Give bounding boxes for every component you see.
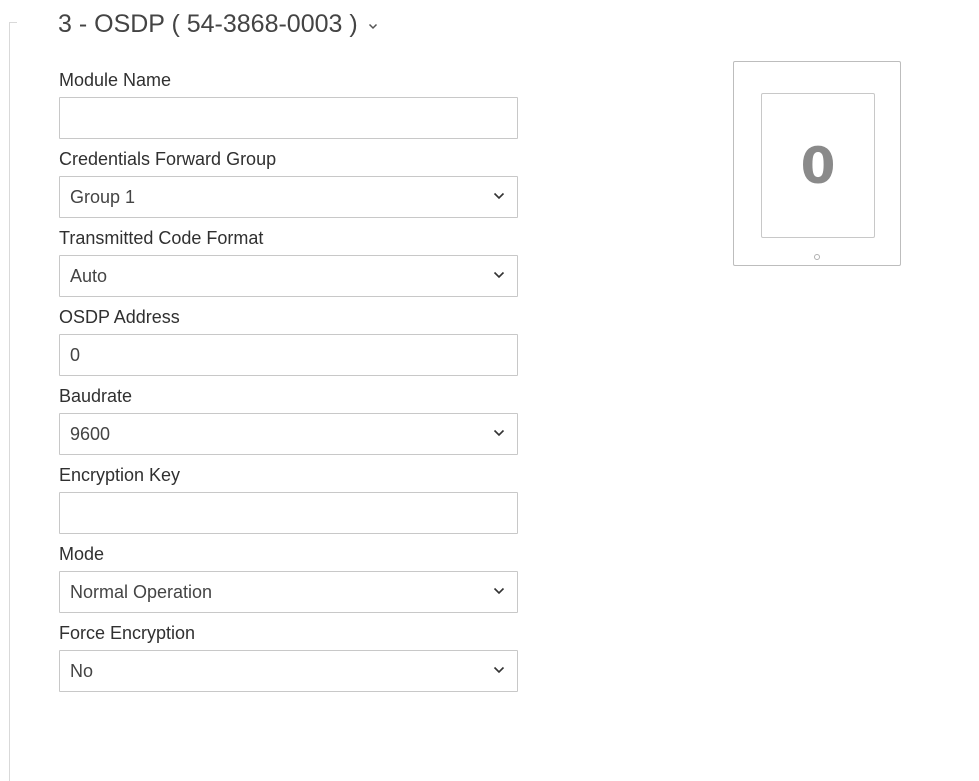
- encryption-key-label: Encryption Key: [59, 464, 181, 485]
- encryption-key-field: Encryption Key: [59, 455, 518, 534]
- baudrate-field: Baudrate 9600: [59, 376, 518, 455]
- chevron-down-icon: [493, 587, 505, 595]
- force-encryption-label: Force Encryption: [59, 622, 196, 643]
- force-encryption-select[interactable]: No: [59, 650, 518, 692]
- section-title: 3 - OSDP ( 54-3868-0003 ): [58, 9, 358, 38]
- credentials-forward-group-select[interactable]: Group 1: [59, 176, 518, 218]
- osdp-address-value: 0: [70, 344, 81, 365]
- baudrate-value: 9600: [70, 423, 111, 444]
- module-name-label: Module Name: [59, 69, 172, 90]
- chevron-down-icon: [493, 666, 505, 674]
- baudrate-select[interactable]: 9600: [59, 413, 518, 455]
- encryption-key-input[interactable]: [59, 492, 518, 534]
- credentials-forward-group-label: Credentials Forward Group: [59, 148, 277, 169]
- transmitted-code-format-field: Transmitted Code Format Auto: [59, 218, 518, 297]
- status-led-icon: [814, 254, 820, 260]
- osdp-address-input[interactable]: 0: [59, 334, 518, 376]
- mode-label: Mode: [59, 543, 105, 564]
- module-display: 0: [761, 93, 875, 238]
- transmitted-code-format-value: Auto: [70, 265, 108, 286]
- mode-value: Normal Operation: [70, 581, 213, 602]
- force-encryption-field: Force Encryption No: [59, 613, 518, 692]
- credentials-forward-group-value: Group 1: [70, 186, 136, 207]
- baudrate-label: Baudrate: [59, 385, 133, 406]
- module-display-value: 0: [800, 136, 836, 195]
- mode-field: Mode Normal Operation: [59, 534, 518, 613]
- chevron-down-icon: [493, 429, 505, 437]
- section-header[interactable]: 3 - OSDP ( 54-3868-0003 ): [58, 7, 378, 41]
- module-name-input[interactable]: [59, 97, 518, 139]
- chevron-down-icon: [493, 271, 505, 279]
- credentials-forward-group-field: Credentials Forward Group Group 1: [59, 139, 518, 218]
- force-encryption-value: No: [70, 660, 94, 681]
- osdp-address-label: OSDP Address: [59, 306, 180, 327]
- chevron-down-icon: [493, 192, 505, 200]
- transmitted-code-format-label: Transmitted Code Format: [59, 227, 264, 248]
- transmitted-code-format-select[interactable]: Auto: [59, 255, 518, 297]
- module-name-field: Module Name: [59, 63, 518, 139]
- module-settings-form: Module Name Credentials Forward Group Gr…: [59, 63, 518, 692]
- section-bracket: [9, 22, 17, 781]
- mode-select[interactable]: Normal Operation: [59, 571, 518, 613]
- chevron-down-icon: [368, 23, 377, 29]
- osdp-address-field: OSDP Address 0: [59, 297, 518, 376]
- keypad-module-preview: 0: [733, 61, 901, 266]
